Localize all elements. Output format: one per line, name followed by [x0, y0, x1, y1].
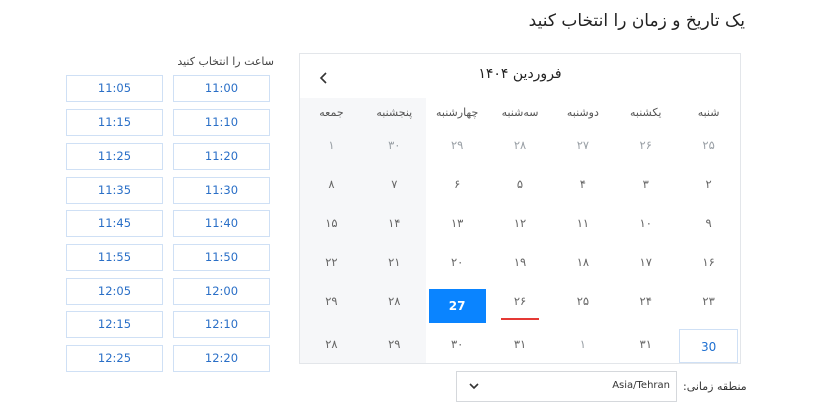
day-cell[interactable]: ۳۱: [614, 327, 677, 361]
weekday-header: چهارشنبه: [436, 106, 479, 119]
day-cell[interactable]: ۲۵: [677, 128, 740, 162]
day-cell-label: ۲۶: [513, 294, 527, 308]
day-cell[interactable]: ۲۶: [614, 128, 677, 162]
day-cell[interactable]: ۳۰: [363, 128, 426, 162]
calendar: فروردین ۱۴۰۴ شنبه ۲۵ ۲ ۹ ۱۶ ۲۳ 30 یکشنبه…: [299, 53, 741, 364]
day-cell[interactable]: ۹: [677, 206, 740, 240]
weekday-header: شنبه: [697, 106, 720, 119]
day-cell[interactable]: ۲۶: [489, 284, 552, 320]
weekday-col: دوشنبه ۲۷ ۴ ۱۱ ۱۸ ۲۵ ۱: [551, 98, 614, 363]
time-slot-button[interactable]: 12:10: [173, 311, 270, 338]
calendar-grid: شنبه ۲۵ ۲ ۹ ۱۶ ۲۳ 30 یکشنبه ۲۶ ۳ ۱۰ ۱۷ ۲…: [300, 98, 740, 363]
weekday-header: جمعه: [319, 106, 344, 119]
day-cell[interactable]: ۱: [300, 128, 363, 162]
weekday-header: سه‌شنبه: [501, 106, 539, 119]
time-slot-button[interactable]: 11:35: [66, 177, 163, 204]
timezone-select[interactable]: Asia/Tehran: [456, 371, 677, 402]
day-cell[interactable]: ۲: [677, 167, 740, 201]
weekday-col: یکشنبه ۲۶ ۳ ۱۰ ۱۷ ۲۴ ۳۱: [614, 98, 677, 363]
day-cell[interactable]: ۱۹: [489, 245, 552, 279]
weekday-header: یکشنبه: [629, 106, 662, 119]
day-cell[interactable]: ۷: [363, 167, 426, 201]
time-slot-button[interactable]: 12:25: [66, 345, 163, 372]
month-label: فروردین ۱۴۰۴: [478, 66, 562, 82]
timezone-label: منطقه زمانی:: [683, 380, 747, 393]
day-cell[interactable]: ۱۲: [489, 206, 552, 240]
day-cell[interactable]: ۱۷: [614, 245, 677, 279]
day-cell[interactable]: ۲۴: [614, 284, 677, 318]
day-cell[interactable]: ۲۷: [551, 128, 614, 162]
time-slot-button[interactable]: 12:15: [66, 311, 163, 338]
selected-day-cell[interactable]: 27: [428, 289, 486, 323]
time-slot-button[interactable]: 11:15: [66, 109, 163, 136]
today-underline: [501, 318, 540, 320]
day-cell[interactable]: ۱۶: [677, 245, 740, 279]
day-cell[interactable]: ۲۱: [363, 245, 426, 279]
time-slot-button[interactable]: 12:05: [66, 278, 163, 305]
day-cell[interactable]: ۲۰: [426, 245, 489, 279]
prev-month-button[interactable]: [314, 68, 334, 88]
time-slot-button[interactable]: 12:00: [173, 278, 270, 305]
day-cell[interactable]: ۱: [551, 327, 614, 361]
time-slot-button[interactable]: 11:10: [173, 109, 270, 136]
day-cell[interactable]: ۱۱: [551, 206, 614, 240]
time-slot-button[interactable]: 12:20: [173, 345, 270, 372]
chevron-left-icon: [319, 72, 327, 84]
weekday-header: پنجشنبه: [376, 106, 413, 119]
weekday-col: جمعه ۱ ۸ ۱۵ ۲۲ ۲۹ ۲۸: [300, 98, 363, 363]
day-cell[interactable]: ۱۳: [426, 206, 489, 240]
time-slot-button[interactable]: 11:40: [173, 210, 270, 237]
day-cell[interactable]: ۲۳: [677, 284, 740, 318]
time-slot-button[interactable]: 11:00: [173, 75, 270, 102]
weekday-col: شنبه ۲۵ ۲ ۹ ۱۶ ۲۳ 30: [677, 98, 740, 363]
time-slot-button[interactable]: 11:50: [173, 244, 270, 271]
day-cell[interactable]: ۶: [426, 167, 489, 201]
day-cell[interactable]: ۱۴: [363, 206, 426, 240]
day-cell[interactable]: ۱۵: [300, 206, 363, 240]
day-cell[interactable]: ۲۸: [363, 284, 426, 318]
day-cell[interactable]: ۳: [614, 167, 677, 201]
day-cell[interactable]: ۲۸: [489, 128, 552, 162]
day-cell[interactable]: ۲۹: [426, 128, 489, 162]
weekday-header: دوشنبه: [566, 106, 599, 119]
day-cell[interactable]: ۳۰: [426, 327, 489, 361]
time-slot-button[interactable]: 11:20: [173, 143, 270, 170]
day-cell[interactable]: ۴: [551, 167, 614, 201]
day-cell[interactable]: ۲۲: [300, 245, 363, 279]
weekday-col: چهارشنبه ۲۹ ۶ ۱۳ ۲۰ 27 ۳۰: [426, 98, 489, 363]
chevron-down-icon: [469, 383, 479, 390]
day-cell[interactable]: ۳۱: [489, 327, 552, 361]
time-slot-button[interactable]: 11:30: [173, 177, 270, 204]
day-cell[interactable]: ۲۹: [363, 327, 426, 361]
time-picker-label: ساعت را انتخاب کنید: [177, 55, 274, 68]
day-cell[interactable]: ۱۰: [614, 206, 677, 240]
day-cell[interactable]: ۵: [489, 167, 552, 201]
day-cell[interactable]: ۲۹: [300, 284, 363, 318]
day-cell[interactable]: ۲۸: [300, 327, 363, 361]
page-title: یک تاریخ و زمان را انتخاب کنید: [528, 11, 745, 31]
time-slot-button[interactable]: 11:25: [66, 143, 163, 170]
time-slot-button[interactable]: 11:05: [66, 75, 163, 102]
day-cell[interactable]: ۸: [300, 167, 363, 201]
timezone-value: Asia/Tehran: [612, 380, 670, 391]
time-slot-button[interactable]: 11:55: [66, 244, 163, 271]
day-cell[interactable]: ۲۵: [551, 284, 614, 318]
day-cell[interactable]: ۱۸: [551, 245, 614, 279]
today-cell[interactable]: 30: [679, 329, 738, 363]
weekday-col: پنجشنبه ۳۰ ۷ ۱۴ ۲۱ ۲۸ ۲۹: [362, 98, 426, 363]
time-slot-button[interactable]: 11:45: [66, 210, 163, 237]
weekday-col: سه‌شنبه ۲۸ ۵ ۱۲ ۱۹ ۲۶ ۳۱: [489, 98, 552, 363]
